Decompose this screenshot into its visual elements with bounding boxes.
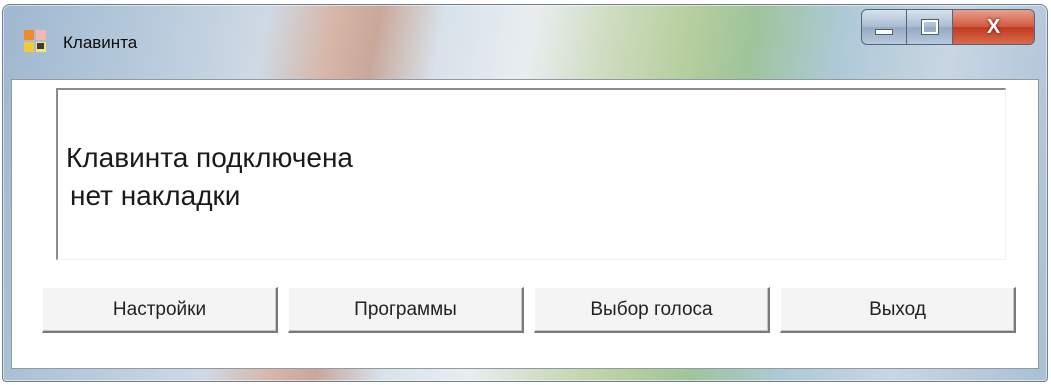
app-window: Клавинта X Клавинта подключена нет накла… (2, 4, 1048, 382)
client-area: Клавинта подключена нет накладки Настрой… (11, 79, 1039, 369)
app-grid-icon (24, 30, 46, 52)
caption-buttons: X (861, 9, 1035, 45)
close-button[interactable]: X (953, 9, 1035, 45)
status-panel: Клавинта подключена нет накладки (56, 88, 1006, 260)
maximize-icon (920, 19, 939, 35)
title-bar[interactable]: Клавинта X (3, 5, 1047, 79)
programs-button[interactable]: Программы (288, 287, 524, 333)
status-connection-text: Клавинта подключена (66, 142, 353, 173)
maximize-button[interactable] (907, 9, 953, 45)
minimize-button[interactable] (861, 9, 907, 45)
voice-select-button[interactable]: Выбор голоса (534, 287, 770, 333)
window-title: Клавинта (63, 33, 138, 52)
exit-button[interactable]: Выход (780, 287, 1016, 333)
status-overlay-text: нет накладки (70, 180, 241, 211)
close-icon: X (986, 15, 1001, 38)
settings-button[interactable]: Настройки (42, 287, 278, 333)
minimize-icon (875, 29, 893, 35)
